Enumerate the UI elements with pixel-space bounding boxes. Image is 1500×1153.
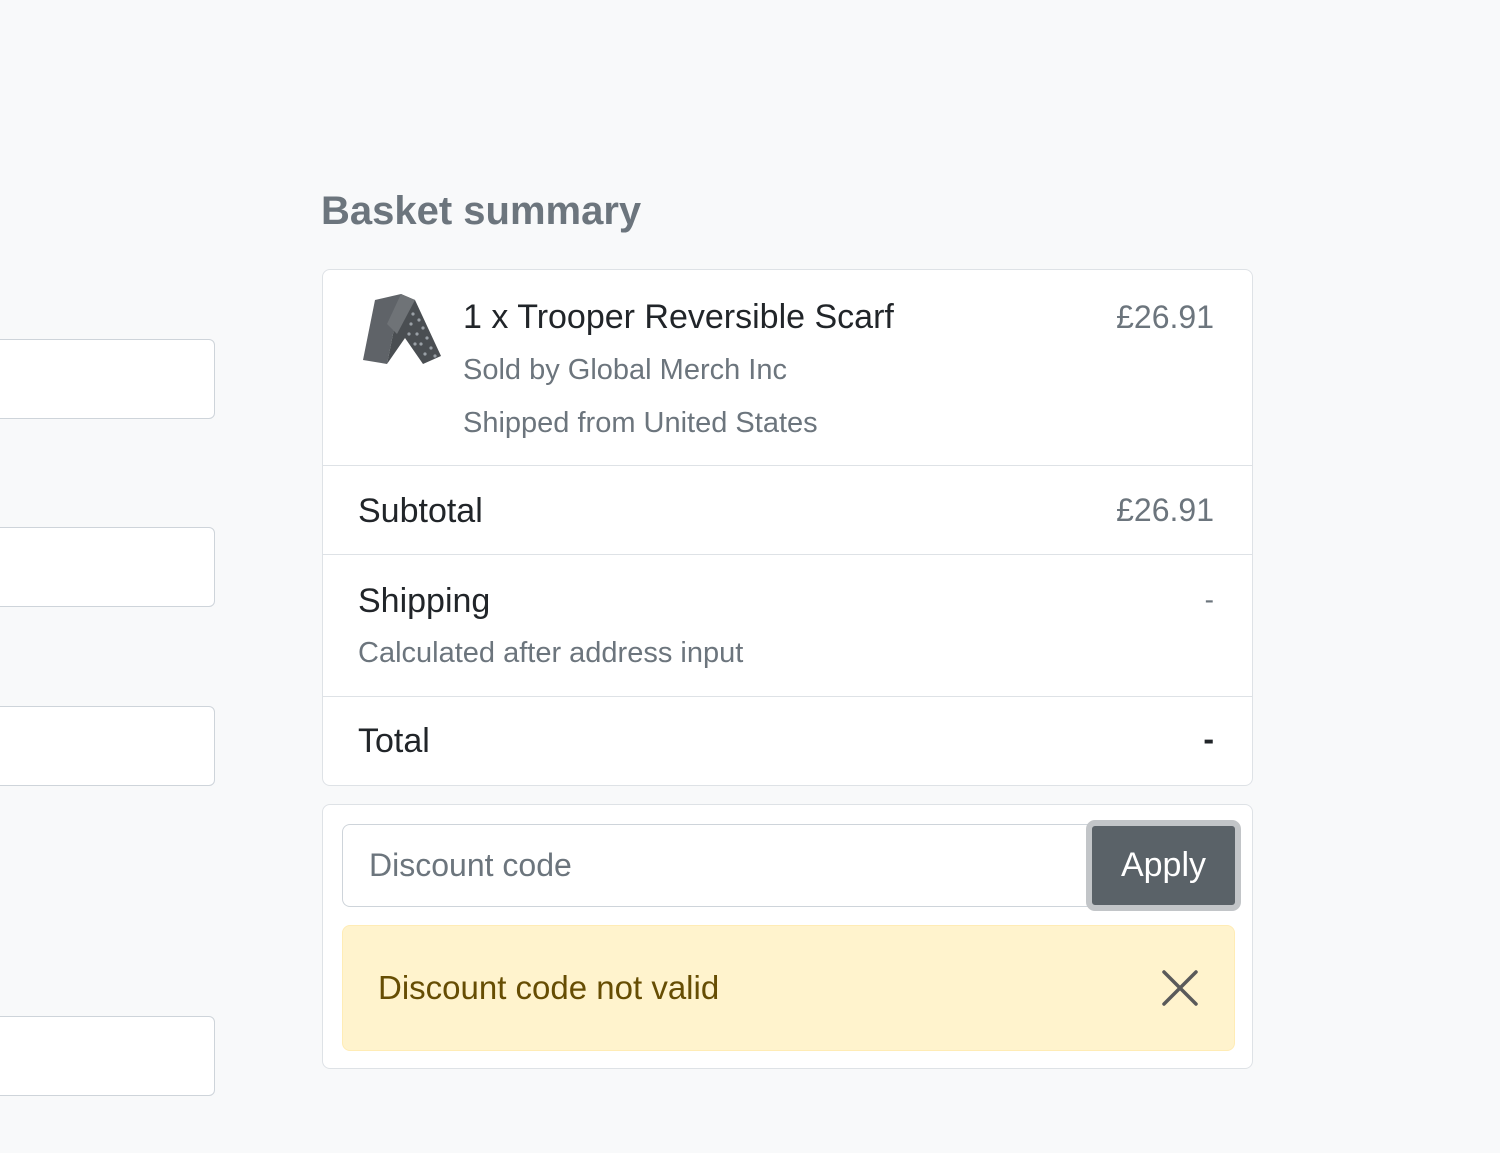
- subtotal-label: Subtotal: [358, 492, 483, 530]
- basket-summary-title: Basket summary: [321, 189, 642, 233]
- shipping-row: Shipping Calculated after address input …: [323, 555, 1252, 697]
- item-price: £26.91: [1116, 299, 1214, 335]
- form-field-2[interactable]: [0, 527, 215, 607]
- scarf-thumbnail-icon: [363, 294, 441, 364]
- total-value: -: [1203, 721, 1214, 757]
- subtotal-value: £26.91: [1116, 492, 1214, 528]
- shipping-note: Calculated after address input: [358, 637, 744, 669]
- close-icon[interactable]: [1160, 968, 1200, 1008]
- shipping-label: Shipping: [358, 582, 491, 620]
- discount-error-alert: Discount code not valid: [342, 925, 1235, 1051]
- apply-button[interactable]: Apply: [1086, 820, 1241, 911]
- subtotal-row: Subtotal £26.91: [323, 466, 1252, 555]
- total-label: Total: [358, 722, 430, 760]
- discount-code-input[interactable]: [342, 824, 1090, 907]
- basket-item-row: 1 x Trooper Reversible Scarf Sold by Glo…: [323, 270, 1252, 466]
- form-field-4[interactable]: [0, 1016, 215, 1096]
- form-field-1[interactable]: [0, 339, 215, 419]
- form-field-3[interactable]: [0, 706, 215, 786]
- item-seller: Sold by Global Merch Inc: [463, 354, 787, 386]
- discount-card: Apply Discount code not valid: [322, 804, 1253, 1069]
- shipping-value: -: [1204, 584, 1214, 615]
- item-shipped-from: Shipped from United States: [463, 407, 818, 439]
- alert-message: Discount code not valid: [378, 969, 720, 1006]
- total-row: Total -: [323, 697, 1252, 785]
- basket-summary-list: 1 x Trooper Reversible Scarf Sold by Glo…: [322, 269, 1253, 786]
- item-name: 1 x Trooper Reversible Scarf: [463, 298, 894, 336]
